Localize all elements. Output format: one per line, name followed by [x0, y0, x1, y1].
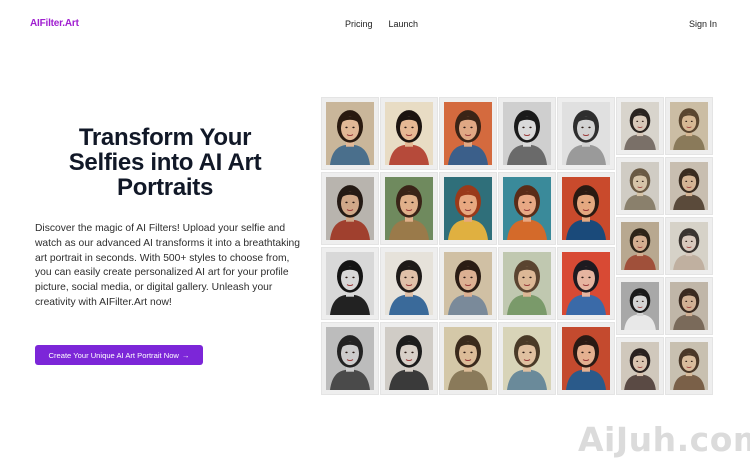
portrait-image	[670, 102, 708, 150]
portrait-tile	[499, 323, 555, 394]
portrait-tile	[617, 278, 663, 334]
arrow-right-icon: →	[181, 350, 190, 360]
portrait-image	[326, 102, 374, 165]
portrait-tile	[666, 158, 712, 214]
portrait-image	[503, 102, 551, 165]
portrait-tile	[440, 98, 496, 169]
portrait-gallery	[322, 98, 712, 394]
portrait-tile	[381, 173, 437, 244]
portrait-tile	[499, 173, 555, 244]
portrait-image	[385, 177, 433, 240]
portrait-image	[562, 177, 610, 240]
logo[interactable]: AIFilter.Art	[30, 18, 79, 29]
portrait-tile	[558, 98, 614, 169]
portrait-tile	[617, 98, 663, 154]
portrait-image	[503, 177, 551, 240]
portrait-image	[385, 102, 433, 165]
cta-label: Create Your Unique AI Art Portrait Now	[48, 350, 179, 360]
portrait-image	[621, 162, 659, 210]
portrait-tile	[499, 248, 555, 319]
portrait-tile	[558, 248, 614, 319]
portrait-tile	[558, 173, 614, 244]
portrait-image	[670, 222, 708, 270]
portrait-tile	[381, 98, 437, 169]
sign-in-link[interactable]: Sign In	[689, 19, 717, 29]
nav-link-pricing[interactable]: Pricing	[345, 19, 373, 29]
top-nav: AIFilter.Art Pricing Launch Sign In	[0, 0, 750, 50]
portrait-tile	[322, 98, 378, 169]
create-portrait-button[interactable]: Create Your Unique AI Art Portrait Now →	[35, 345, 203, 365]
portrait-image	[562, 252, 610, 315]
portrait-tile	[322, 323, 378, 394]
portrait-image	[562, 102, 610, 165]
portrait-image	[621, 102, 659, 150]
hero-title: Transform Your Selfies into AI Art Portr…	[68, 124, 262, 201]
portrait-image	[621, 342, 659, 390]
nav-link-launch[interactable]: Launch	[389, 19, 419, 29]
portrait-image	[444, 177, 492, 240]
portrait-tile	[381, 323, 437, 394]
portrait-image	[326, 327, 374, 390]
portrait-tile	[666, 98, 712, 154]
portrait-tile	[617, 158, 663, 214]
watermark: AiJuh.com	[578, 420, 750, 459]
portrait-image	[503, 252, 551, 315]
portrait-image	[326, 252, 374, 315]
portrait-image	[670, 342, 708, 390]
portrait-image	[444, 102, 492, 165]
portrait-image	[621, 222, 659, 270]
portrait-image	[503, 327, 551, 390]
portrait-tile	[440, 173, 496, 244]
portrait-image	[444, 327, 492, 390]
portrait-tile	[440, 248, 496, 319]
portrait-image	[621, 282, 659, 330]
portrait-tile	[381, 248, 437, 319]
nav-links: Pricing Launch	[345, 19, 418, 29]
portrait-image	[670, 282, 708, 330]
portrait-tile	[617, 338, 663, 394]
portrait-tile	[666, 338, 712, 394]
portrait-tile	[440, 323, 496, 394]
portrait-tile	[617, 218, 663, 274]
portrait-tile	[558, 323, 614, 394]
portrait-image	[670, 162, 708, 210]
portrait-image	[385, 252, 433, 315]
portrait-image	[562, 327, 610, 390]
portrait-image	[326, 177, 374, 240]
hero-description: Discover the magic of AI Filters! Upload…	[35, 223, 301, 308]
portrait-tile	[322, 173, 378, 244]
portrait-tile	[499, 98, 555, 169]
portrait-image	[444, 252, 492, 315]
portrait-tile	[322, 248, 378, 319]
portrait-tile	[666, 218, 712, 274]
portrait-image	[385, 327, 433, 390]
portrait-tile	[666, 278, 712, 334]
